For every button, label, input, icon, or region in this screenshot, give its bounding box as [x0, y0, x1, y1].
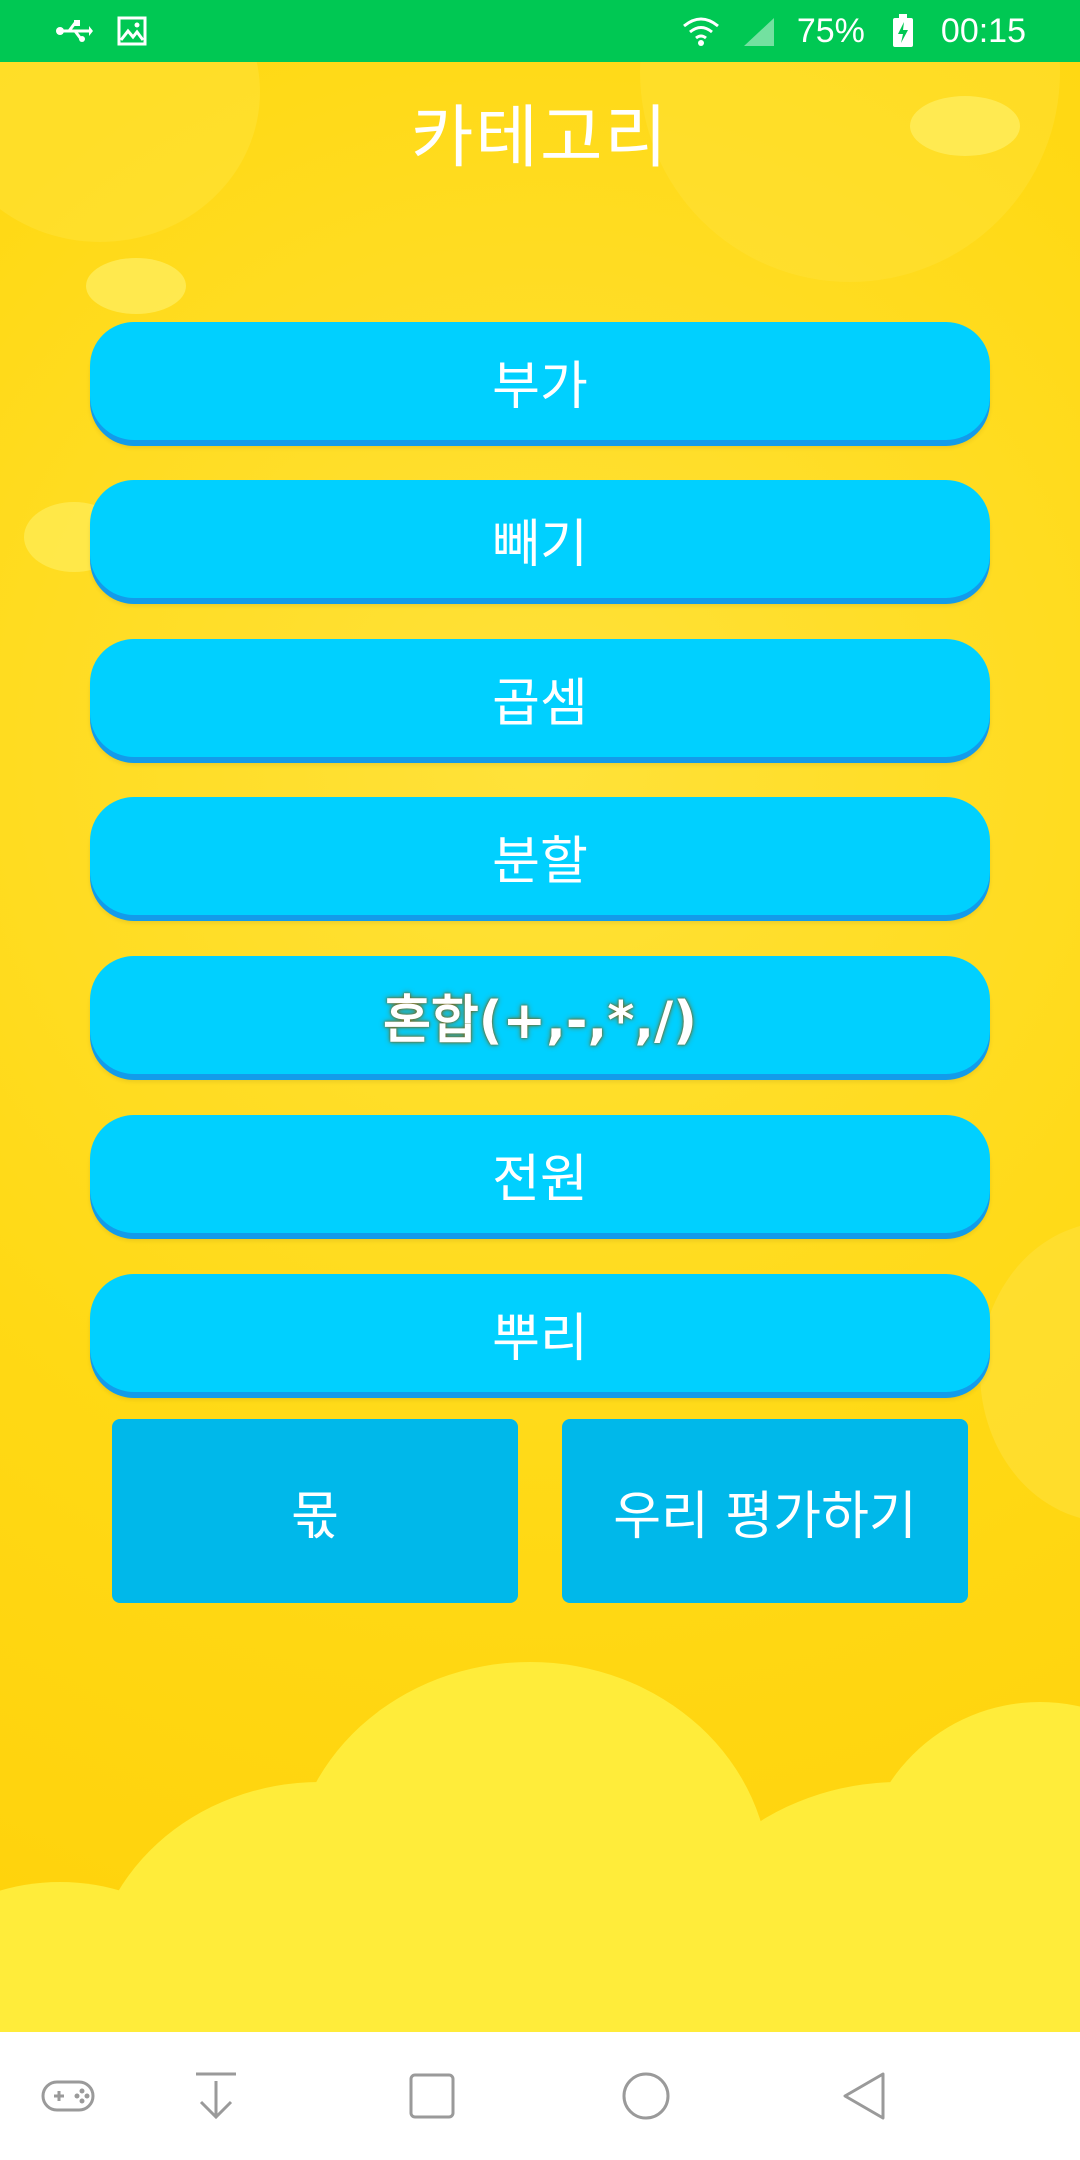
- status-bar: 75% 00:15: [0, 0, 1080, 62]
- back-triangle-icon[interactable]: [836, 2068, 892, 2124]
- battery-charging-icon: [883, 11, 923, 51]
- category-button-power[interactable]: 전원: [90, 1115, 990, 1233]
- wifi-icon: [681, 11, 721, 51]
- battery-percent: 75%: [796, 11, 865, 50]
- clock: 00:15: [940, 11, 1026, 50]
- image-icon: [112, 11, 152, 51]
- category-button-root[interactable]: 뿌리: [90, 1274, 990, 1392]
- status-right: 75% 00:15: [681, 11, 1026, 51]
- page-title: 카테고리: [410, 99, 670, 178]
- category-button-addition[interactable]: 부가: [90, 322, 990, 440]
- download-icon[interactable]: [188, 2068, 244, 2124]
- category-button-subtraction[interactable]: 빼기: [90, 480, 990, 598]
- signal-icon: [739, 11, 779, 51]
- category-button-division[interactable]: 분할: [90, 797, 990, 915]
- quotient-button[interactable]: 몫: [112, 1419, 518, 1603]
- gamepad-icon[interactable]: [38, 2068, 98, 2124]
- category-button-mixed[interactable]: 혼합(+,-,*,/): [90, 956, 990, 1074]
- status-left: [54, 11, 152, 51]
- home-circle-icon[interactable]: [618, 2068, 674, 2124]
- category-button-multiplication[interactable]: 곱셈: [90, 639, 990, 757]
- background-cloud: [980, 1222, 1080, 1522]
- recents-square-icon[interactable]: [404, 2068, 460, 2124]
- rate-us-button[interactable]: 우리 평가하기: [562, 1419, 968, 1603]
- background-cloud: [860, 1702, 1080, 2032]
- navigation-bar: [0, 2032, 1080, 2160]
- usb-icon: [54, 11, 94, 51]
- background-cloud: [86, 258, 186, 314]
